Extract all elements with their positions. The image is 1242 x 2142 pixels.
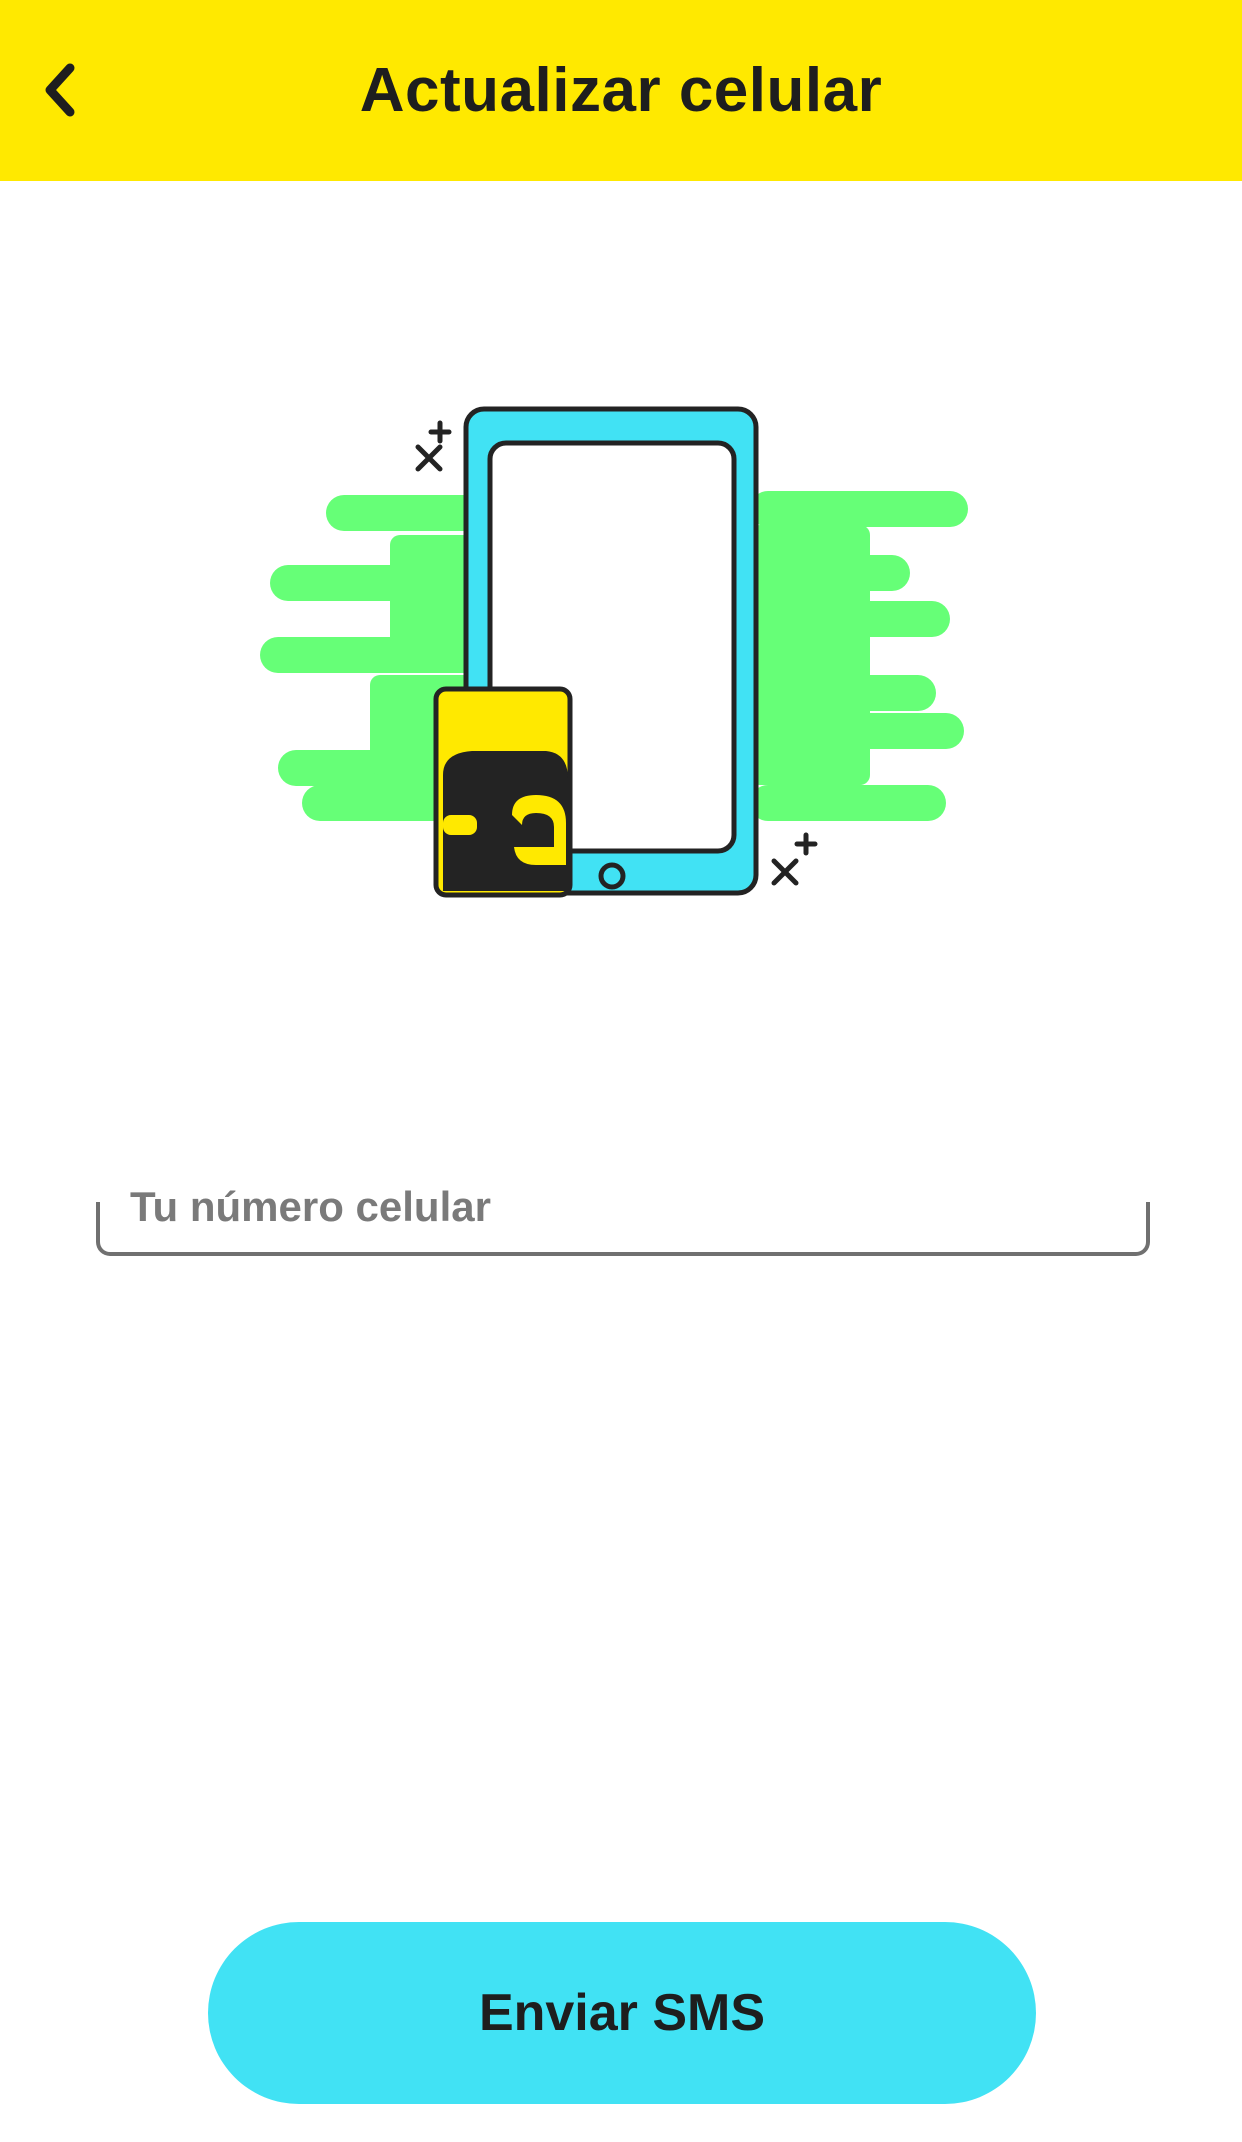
speed-lines-right [750, 491, 968, 821]
update-phone-screen: Actualizar celular Tu número celular Env… [0, 0, 1242, 2142]
page-title: Actualizar celular [359, 56, 883, 125]
phone-number-field [96, 1180, 1150, 1256]
phone-number-input[interactable] [130, 1180, 1110, 1234]
sparkle-right-icon [771, 832, 818, 886]
send-sms-button[interactable]: Enviar SMS [208, 1922, 1036, 2104]
sim-card [433, 686, 573, 898]
app-header: Actualizar celular [0, 0, 1242, 181]
sparkle-left-icon [415, 420, 452, 472]
send-sms-label: Enviar SMS [478, 1984, 766, 2042]
phone-sim-illustration [260, 406, 968, 898]
